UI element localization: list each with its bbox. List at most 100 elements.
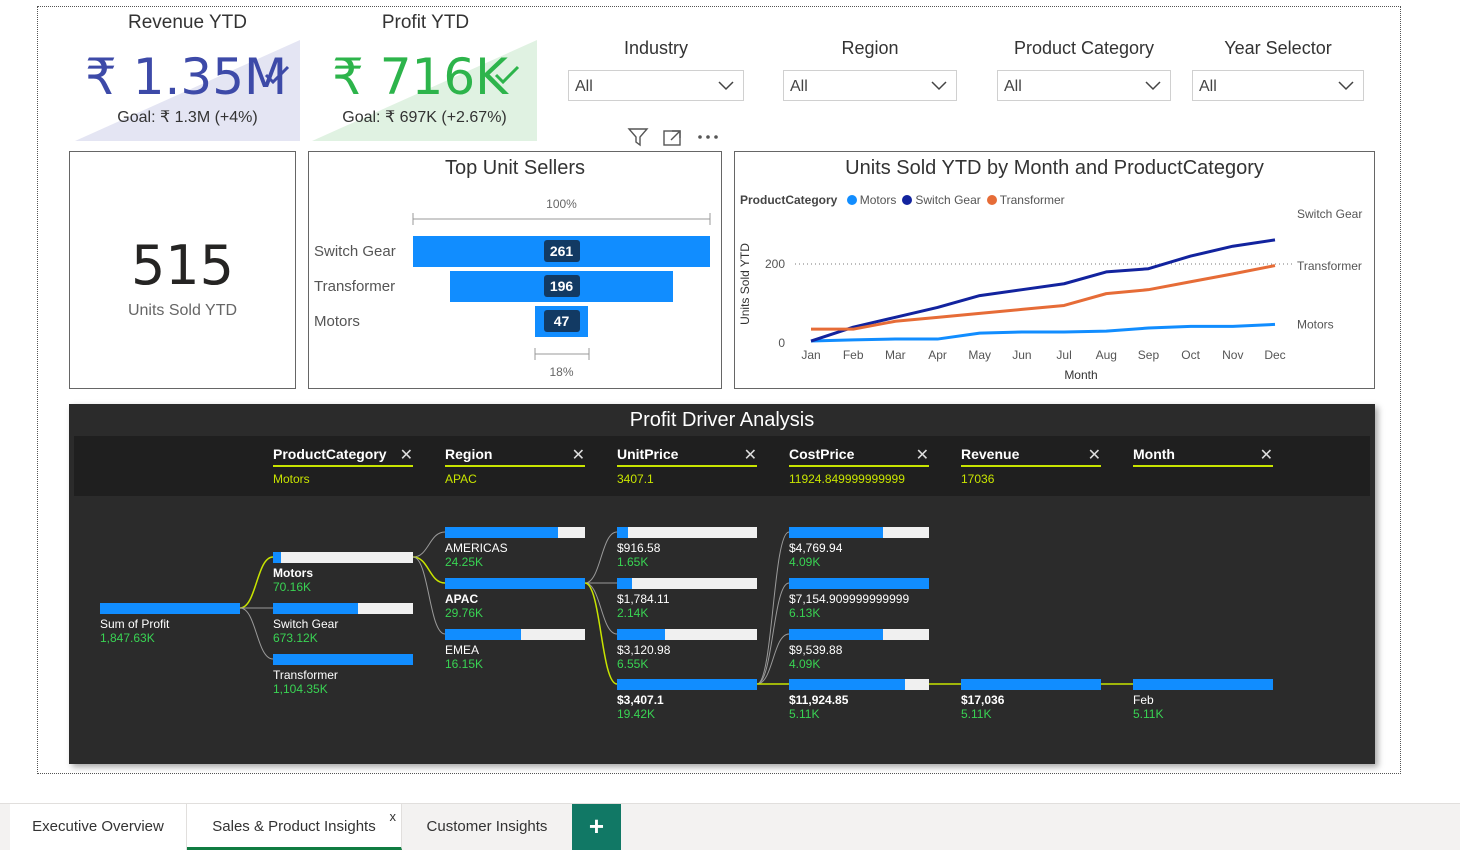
node-bar (789, 679, 929, 690)
x-tick-label: Oct (1181, 348, 1200, 362)
decomposition-node[interactable]: APAC 29.76K (445, 578, 585, 620)
node-bar (789, 527, 929, 538)
node-bar-fill (789, 629, 883, 640)
series-end-label: Transformer (1297, 259, 1362, 273)
product-category-dropdown[interactable]: All (997, 70, 1171, 101)
node-value: 4.09K (789, 657, 821, 671)
add-page-button[interactable]: + (572, 804, 621, 850)
funnel-label: Switch Gear (314, 243, 396, 260)
decomposition-node[interactable]: $17,036 5.11K (961, 679, 1101, 721)
decomposition-node[interactable]: $916.58 1.65K (617, 527, 757, 569)
funnel-data-label: 196 (543, 275, 580, 297)
x-tick-label: Apr (928, 348, 947, 362)
node-link (412, 531, 446, 558)
node-bar (617, 578, 757, 589)
node-label: Switch Gear (273, 617, 339, 631)
decomposition-node[interactable]: Switch Gear 673.12K (273, 603, 413, 645)
x-tick-label: Nov (1222, 348, 1243, 362)
node-label: $11,924.85 (789, 693, 849, 707)
y-tick-label: 0 (778, 336, 785, 350)
industry-dropdown[interactable]: All (568, 70, 744, 101)
node-label: AMERICAS (445, 541, 508, 555)
node-bar-fill (617, 679, 757, 690)
node-value: 1,847.63K (100, 631, 155, 645)
node-bar (617, 629, 757, 640)
units-sold-card[interactable]: 515 Units Sold YTD (69, 151, 296, 389)
tab-customer-insights[interactable]: Customer Insights (402, 804, 572, 850)
decomposition-node[interactable]: $3,407.1 19.42K (617, 679, 757, 721)
units-sold-line-chart[interactable]: Units Sold YTD by Month and ProductCateg… (734, 151, 1375, 389)
x-tick-label: Jan (801, 348, 820, 362)
more-options-icon[interactable] (696, 127, 720, 147)
region-dropdown[interactable]: All (783, 70, 957, 101)
profit-kpi-title: Profit YTD (381, 12, 470, 33)
node-value: 70.16K (273, 580, 312, 594)
funnel-data-label: 261 (543, 240, 580, 262)
x-tick-label: Jun (1012, 348, 1031, 362)
year-selector-dropdown-value: All (1199, 78, 1217, 95)
close-tab-icon[interactable]: x (390, 794, 397, 840)
units-sold-value: 515 (130, 234, 235, 297)
decomposition-node[interactable]: Transformer 1,104.35K (273, 654, 413, 696)
filter-icon[interactable] (627, 127, 649, 147)
decomposition-node[interactable]: $7,154.909999999999 6.13K (789, 578, 929, 620)
node-link (412, 556, 446, 584)
series-end-label: Switch Gear (1297, 207, 1362, 221)
decomposition-node[interactable]: Feb 5.11K (1133, 679, 1273, 721)
units-sold-label: Units Sold YTD (127, 302, 238, 319)
tab-sales-product-insights[interactable]: Sales & Product Insights x (187, 804, 402, 850)
node-label: $7,154.909999999999 (789, 592, 910, 606)
x-axis-label: Month (1064, 368, 1097, 382)
x-tick-label: May (968, 348, 991, 362)
node-label: $4,769.94 (789, 541, 843, 555)
node-bar-fill (961, 679, 1101, 690)
chevron-down-icon (931, 81, 947, 91)
node-link (584, 531, 618, 584)
node-link (756, 633, 790, 685)
profit-driver-decomposition-tree[interactable]: Profit Driver Analysis ProductCategory ✕ M… (69, 404, 1375, 764)
decomposition-node[interactable]: $4,769.94 4.09K (789, 527, 929, 569)
node-value: 1,104.35K (273, 682, 328, 696)
chevron-down-icon (718, 81, 734, 91)
decomposition-node[interactable]: $11,924.85 5.11K (789, 679, 929, 721)
series-line[interactable] (810, 322, 1276, 343)
node-bar (617, 527, 757, 538)
revenue-kpi-value: ₹ 1.35M (85, 48, 288, 106)
node-bar (617, 679, 757, 690)
year-selector-dropdown[interactable]: All (1192, 70, 1364, 101)
decomposition-node[interactable]: Motors 70.16K (273, 552, 413, 594)
node-bar-fill (445, 629, 521, 640)
series-end-label: Motors (1297, 317, 1334, 331)
product-category-dropdown-value: All (1004, 78, 1022, 95)
node-bar (789, 578, 929, 589)
node-label: EMEA (445, 643, 480, 657)
tab-executive-overview[interactable]: Executive Overview (10, 804, 187, 850)
node-bar (445, 578, 585, 589)
top-unit-sellers-funnel[interactable]: Top Unit Sellers 100% Switch Gear 261 Tran… (308, 151, 722, 389)
node-value: 5.11K (961, 707, 992, 721)
x-tick-label: Feb (843, 348, 864, 362)
node-bar-fill (273, 654, 413, 665)
revenue-kpi-goal: Goal: ₹ 1.3M (+4%) (117, 109, 258, 126)
year-selector-slicer-title: Year Selector (1224, 38, 1332, 58)
node-link (584, 582, 618, 635)
funnel-data-label: 47 (543, 310, 580, 332)
decomposition-node[interactable]: EMEA 16.15K (445, 629, 585, 671)
focus-mode-icon[interactable] (662, 127, 684, 147)
node-label: $9,539.88 (789, 643, 843, 657)
decomposition-node[interactable]: Sum of Profit 1,847.63K (100, 603, 240, 645)
x-tick-label: Sep (1138, 348, 1160, 362)
decomposition-node[interactable]: AMERICAS 24.25K (445, 527, 585, 569)
decomposition-node[interactable]: $1,784.11 2.14K (617, 578, 757, 620)
node-bar-fill (445, 527, 559, 538)
decomposition-node[interactable]: $3,120.98 6.55K (617, 629, 757, 671)
node-bar (1133, 679, 1273, 690)
decomposition-node[interactable]: $9,539.88 4.09K (789, 629, 929, 671)
region-slicer-title: Region (841, 38, 899, 58)
funnel-top-bracket (412, 213, 711, 225)
node-bar-fill (445, 578, 585, 589)
funnel-top-percent: 100% (546, 197, 577, 211)
node-bar (100, 603, 240, 614)
node-link (412, 556, 446, 635)
node-link (239, 607, 274, 660)
